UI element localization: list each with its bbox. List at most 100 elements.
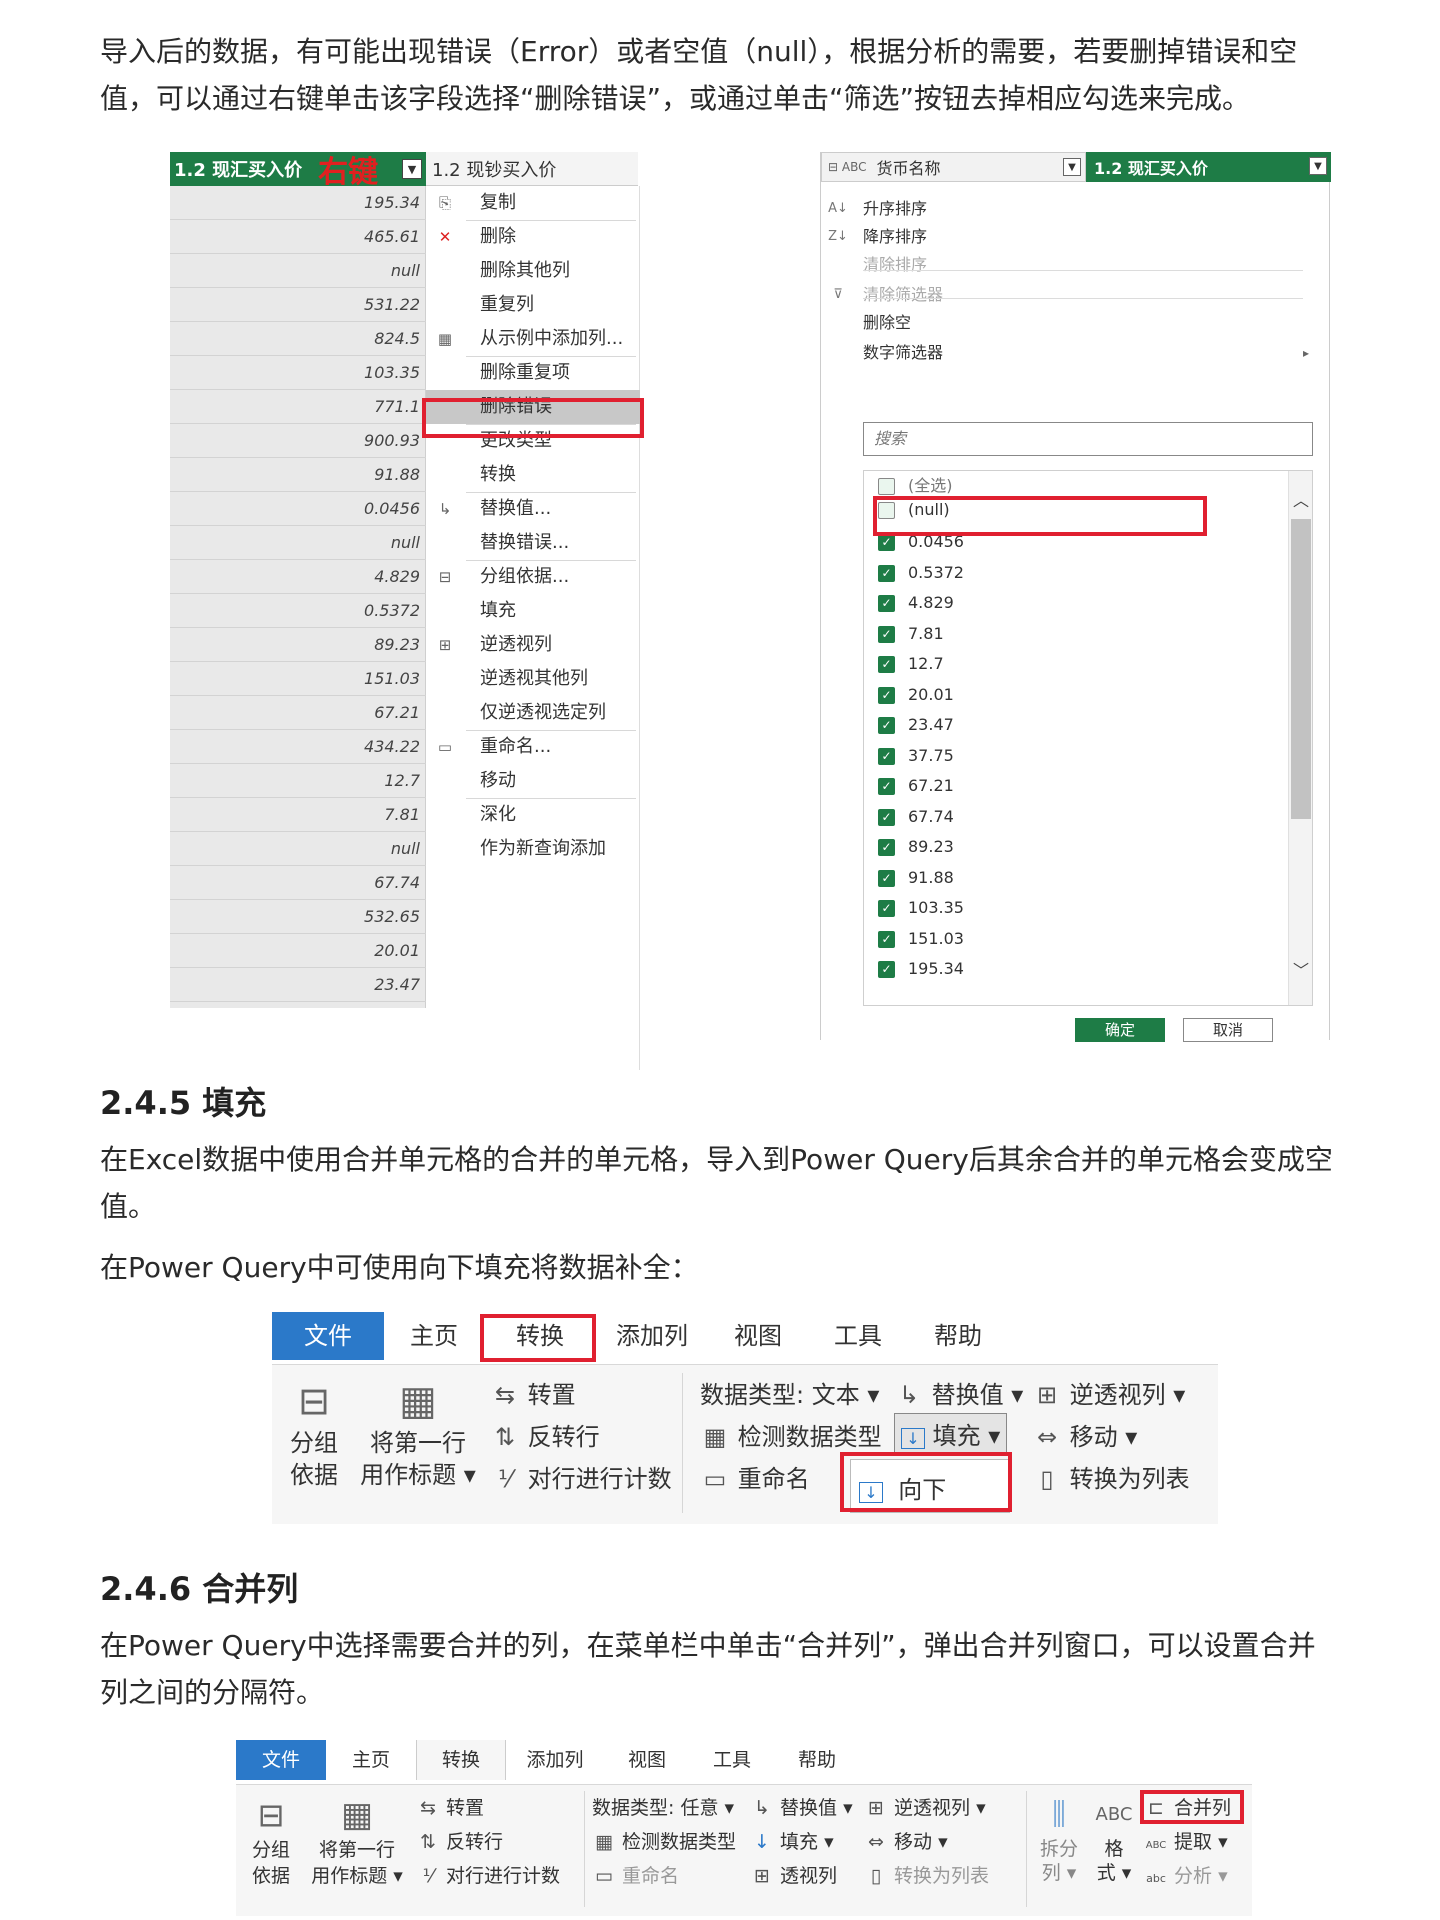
filter-list-item[interactable]: ✓ 23.47 (878, 710, 954, 740)
context-menu-item[interactable]: 填充 (426, 594, 640, 628)
column-header-cash-rate[interactable]: 1.2 现钞买入价 (426, 152, 638, 186)
context-menu-item[interactable]: 仅逆透视选定列 (426, 696, 640, 730)
replace-values-button[interactable]: ↳ 替换值 ▾ (750, 1793, 853, 1820)
rename-button[interactable]: ▭ 重命名 (700, 1459, 810, 1494)
column-header-currency[interactable]: ⊟ ABC 货币名称 ▼ (821, 152, 1086, 182)
count-rows-button[interactable]: ⅟ 对行进行计数 (416, 1861, 560, 1888)
ribbon-tab[interactable]: 文件 (236, 1740, 326, 1780)
group-by-button[interactable]: ⊟ 分组 依据 (248, 1793, 294, 1889)
checkbox-checked-icon[interactable]: ✓ (878, 747, 895, 765)
count-rows-button[interactable]: ⅟ 对行进行计数 (490, 1459, 671, 1494)
pivot-column-button[interactable]: ⊞ 透视列 (750, 1861, 837, 1888)
grid-cell[interactable]: 0.0456 (170, 492, 426, 526)
filter-list-item[interactable]: ✓ 37.75 (878, 741, 954, 771)
reverse-rows-button[interactable]: ⇅ 反转行 (490, 1417, 600, 1452)
context-menu-item[interactable]: 逆透视其他列 (426, 662, 640, 696)
ribbon-tab[interactable]: 帮助 (774, 1740, 860, 1780)
grid-cell[interactable]: 67.74 (170, 866, 426, 900)
checkbox-checked-icon[interactable]: ✓ (878, 930, 895, 948)
scrollbar-thumb[interactable] (1291, 519, 1311, 819)
chevron-up-icon[interactable]: ︿ (1289, 487, 1312, 510)
grid-cell[interactable]: 531.22 (170, 288, 426, 322)
checkbox-checked-icon[interactable]: ✓ (878, 564, 895, 582)
checkbox-checked-icon[interactable]: ✓ (878, 900, 895, 917)
grid-cell[interactable]: 0.5372 (170, 594, 426, 628)
filter-dropdown-icon[interactable]: ▼ (402, 159, 422, 179)
checkbox-checked-icon[interactable]: ✓ (878, 595, 895, 612)
ribbon-tab[interactable]: 工具 (690, 1740, 774, 1780)
context-menu-item[interactable]: 深化 (426, 798, 640, 832)
column-header-buy-rate[interactable]: 1.2 现汇买入价 右键 ▼ (170, 152, 426, 190)
context-menu-item[interactable]: 删除重复项 (426, 356, 640, 390)
filter-list-item[interactable]: ✓ 0.5372 (878, 558, 964, 588)
filter-menu-item[interactable]: 清除排序 (821, 248, 1331, 282)
grid-cell[interactable]: 67.21 (170, 696, 426, 730)
parse-button[interactable]: abc 分析 ▾ (1144, 1861, 1228, 1888)
checkbox-checked-icon[interactable]: ✓ (878, 778, 895, 795)
grid-cell[interactable]: 824.5 (170, 322, 426, 356)
use-first-row-button[interactable]: ▦ 将第一行 用作标题 ▾ (308, 1793, 406, 1889)
unpivot-button[interactable]: ⊞ 逆透视列 ▾ (1032, 1375, 1185, 1410)
checkbox-checked-icon[interactable]: ✓ (878, 869, 895, 887)
grid-cell[interactable]: null (170, 832, 426, 866)
grid-cell[interactable]: 771.1 (170, 390, 426, 424)
extract-button[interactable]: ABC 提取 ▾ (1144, 1827, 1228, 1854)
checkbox-icon[interactable] (878, 478, 895, 495)
context-menu-item[interactable]: 移动 (426, 764, 640, 798)
split-column-button[interactable]: ⫼ 拆分 列 ▾ (1034, 1793, 1084, 1885)
transpose-button[interactable]: ⇆ 转置 (490, 1375, 576, 1410)
move-button[interactable]: ⇔ 移动 ▾ (864, 1827, 948, 1854)
grid-cell[interactable]: 20.01 (170, 934, 426, 968)
cancel-button[interactable]: 取消 (1183, 1018, 1273, 1042)
fill-dropdown[interactable]: ↓ 填充 ▾ (750, 1827, 834, 1854)
reverse-rows-button[interactable]: ⇅ 反转行 (416, 1827, 503, 1854)
grid-cell[interactable]: 4.829 (170, 560, 426, 594)
filter-menu-item[interactable]: 数字筛选器 ▸ (821, 336, 1331, 370)
filter-list-item[interactable]: ✓ 12.7 (878, 649, 944, 679)
filter-menu-item[interactable]: 删除空 (821, 306, 1331, 340)
context-menu-item[interactable]: ▭ 重命名... (426, 730, 640, 764)
filter-list-item[interactable]: ✓ 103.35 (878, 893, 964, 923)
filter-list-item[interactable]: ✓ 67.74 (878, 802, 954, 832)
filter-list-item[interactable]: ✓ 4.829 (878, 588, 954, 618)
grid-cell[interactable]: null (170, 254, 426, 288)
context-menu-item[interactable]: ⊞ 逆透视列 (426, 628, 640, 662)
ribbon-tab[interactable]: 文件 (272, 1312, 384, 1360)
grid-cell[interactable]: 151.03 (170, 662, 426, 696)
context-menu-item[interactable]: ▦ 从示例中添加列... (426, 322, 640, 356)
grid-cell[interactable]: 12.7 (170, 764, 426, 798)
filter-dropdown-icon[interactable]: ▼ (1309, 157, 1327, 175)
filter-list-item[interactable]: ✓ 7.81 (878, 619, 944, 649)
grid-cell[interactable]: 23.47 (170, 968, 426, 1002)
filter-search-input[interactable]: 搜索 (863, 422, 1313, 456)
grid-cell[interactable]: 900.93 (170, 424, 426, 458)
ribbon-tab[interactable]: 主页 (326, 1740, 416, 1780)
ribbon-tab[interactable]: 添加列 (506, 1740, 604, 1780)
ribbon-tab[interactable]: 视图 (604, 1740, 690, 1780)
grid-cell[interactable]: null (170, 526, 426, 560)
fill-dropdown[interactable]: ↓ 填充 ▾ (894, 1413, 1008, 1454)
filter-list-item[interactable]: ✓ 89.23 (878, 832, 954, 862)
context-menu-item[interactable]: 作为新查询添加 (426, 832, 640, 866)
grid-cell[interactable]: 7.81 (170, 798, 426, 832)
convert-to-list-button[interactable]: ▯ 转换为列表 (864, 1861, 989, 1888)
rename-button[interactable]: ▭ 重命名 (592, 1861, 679, 1888)
checkbox-checked-icon[interactable]: ✓ (878, 625, 895, 643)
move-button[interactable]: ⇔ 移动 ▾ (1032, 1417, 1137, 1452)
context-menu-item[interactable]: 替换错误... (426, 526, 640, 560)
grid-cell[interactable]: 465.61 (170, 220, 426, 254)
ribbon-tab[interactable]: 视图 (708, 1312, 808, 1360)
checkbox-checked-icon[interactable]: ✓ (878, 808, 895, 826)
filter-list-item[interactable]: ✓ 67.21 (878, 771, 954, 801)
checkbox-checked-icon[interactable]: ✓ (878, 717, 895, 734)
ribbon-tab[interactable]: 转换 (416, 1740, 506, 1780)
use-first-row-button[interactable]: ▦ 将第一行 用作标题 ▾ (358, 1375, 478, 1491)
checkbox-checked-icon[interactable]: ✓ (878, 534, 895, 551)
grid-cell[interactable]: 91.88 (170, 458, 426, 492)
filter-list-item[interactable]: ✓ 20.01 (878, 680, 954, 710)
filter-list-item[interactable]: ✓ 151.03 (878, 924, 964, 954)
replace-values-button[interactable]: ↳ 替换值 ▾ (894, 1375, 1023, 1410)
context-menu-item[interactable]: 删除其他列 (426, 254, 640, 288)
grid-cell[interactable]: 532.65 (170, 900, 426, 934)
grid-cell[interactable]: 195.34 (170, 186, 426, 220)
